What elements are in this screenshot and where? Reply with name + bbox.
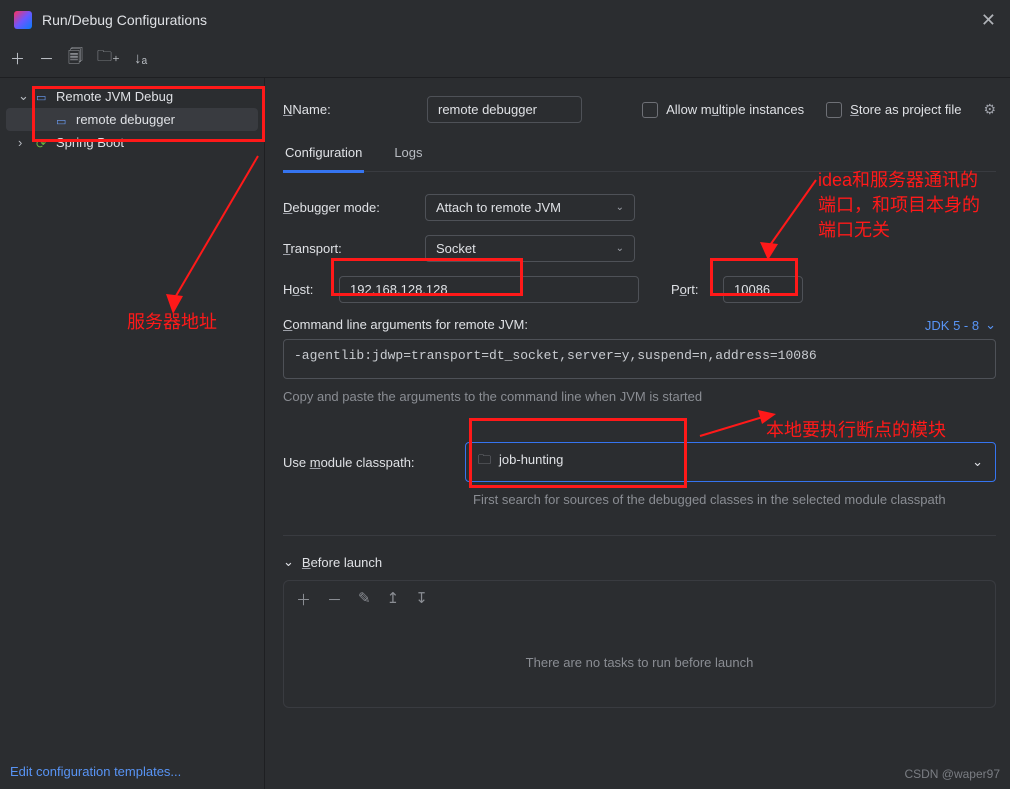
sidebar-item-label: Remote JVM Debug xyxy=(56,89,173,104)
spring-boot-icon xyxy=(36,136,50,150)
chevron-down-icon: ⌄ xyxy=(616,202,624,213)
remote-debug-icon xyxy=(56,113,70,127)
sidebar-item-remote-jvm-debug[interactable]: ⌄ Remote JVM Debug xyxy=(0,84,264,108)
chevron-down-icon: ⌄ xyxy=(972,454,983,470)
config-sidebar: ⌄ Remote JVM Debug remote debugger › Spr… xyxy=(0,78,265,789)
module-classpath-label: Use module classpath: xyxy=(283,455,453,470)
checkbox-icon xyxy=(642,102,658,118)
sidebar-item-spring-boot[interactable]: › Spring Boot xyxy=(0,131,264,154)
config-toolbar: ＋ － 🗐 🗀₊ ↓ₐ xyxy=(0,40,1010,78)
move-up-button[interactable]: ↥ xyxy=(387,589,400,610)
transport-select[interactable]: Socket⌄ xyxy=(425,235,635,262)
before-launch-header[interactable]: ⌄ Before launch xyxy=(283,554,996,570)
cmd-args-label: Command line arguments for remote JVM: xyxy=(283,317,528,333)
remove-task-button[interactable]: － xyxy=(327,589,342,610)
transport-label: Transport: xyxy=(283,241,413,256)
remote-debug-icon xyxy=(36,89,50,103)
store-as-project-checkbox[interactable]: Store as project file xyxy=(826,102,961,118)
window-title: Run/Debug Configurations xyxy=(42,12,207,28)
module-classpath-select[interactable]: job-hunting ⌄ xyxy=(465,442,996,482)
tab-logs[interactable]: Logs xyxy=(392,137,424,171)
port-label: Port: xyxy=(671,282,711,297)
debugger-mode-label: Debugger mode: xyxy=(283,200,413,215)
jdk-version-select[interactable]: JDK 5 - 8 ⌄ xyxy=(925,317,996,333)
save-template-button[interactable]: 🗀₊ xyxy=(97,46,120,71)
folder-icon xyxy=(478,452,499,467)
host-label: Host: xyxy=(283,282,327,297)
sidebar-item-remote-debugger[interactable]: remote debugger xyxy=(6,108,258,131)
watermark: CSDN @waper97 xyxy=(904,767,1000,781)
chevron-down-icon: ⌄ xyxy=(18,88,30,104)
edit-templates-link[interactable]: Edit configuration templates... xyxy=(10,764,181,779)
add-task-button[interactable]: ＋ xyxy=(296,589,311,610)
move-down-button[interactable]: ↧ xyxy=(415,589,428,610)
name-label: NName: xyxy=(283,102,413,117)
add-config-button[interactable]: ＋ xyxy=(10,48,25,69)
port-input[interactable] xyxy=(723,276,803,303)
checkbox-icon xyxy=(826,102,842,118)
sidebar-item-label: Spring Boot xyxy=(56,135,124,150)
chevron-down-icon: ⌄ xyxy=(283,554,294,570)
titlebar: Run/Debug Configurations ✕ xyxy=(0,0,1010,40)
close-icon[interactable]: ✕ xyxy=(981,10,996,31)
module-hint: First search for sources of the debugged… xyxy=(473,492,993,507)
remove-config-button[interactable]: － xyxy=(39,48,54,69)
chevron-right-icon: › xyxy=(18,135,30,150)
config-content: NName: Allow multiple instances Store as… xyxy=(265,78,1010,789)
chevron-down-icon: ⌄ xyxy=(616,243,624,254)
tab-configuration[interactable]: Configuration xyxy=(283,137,364,173)
gear-icon[interactable]: ⚙ xyxy=(983,101,996,118)
host-input[interactable] xyxy=(339,276,639,303)
before-launch-list: There are no tasks to run before launch xyxy=(283,618,996,708)
name-input[interactable] xyxy=(427,96,582,123)
edit-task-button[interactable]: ✎ xyxy=(358,589,371,610)
sort-button[interactable]: ↓ₐ xyxy=(134,50,147,67)
copy-config-button[interactable]: 🗐 xyxy=(68,46,83,71)
separator xyxy=(283,535,996,536)
tab-bar: Configuration Logs xyxy=(283,137,996,172)
empty-tasks-text: There are no tasks to run before launch xyxy=(526,655,754,670)
copy-hint: Copy and paste the arguments to the comm… xyxy=(283,389,996,404)
intellij-logo-icon xyxy=(14,11,32,29)
debugger-mode-select[interactable]: Attach to remote JVM⌄ xyxy=(425,194,635,221)
cmd-args-box[interactable]: -agentlib:jdwp=transport=dt_socket,serve… xyxy=(283,339,996,379)
sidebar-item-label: remote debugger xyxy=(76,112,175,127)
allow-multiple-checkbox[interactable]: Allow multiple instances xyxy=(642,102,804,118)
chevron-down-icon: ⌄ xyxy=(985,317,996,333)
before-launch-toolbar: ＋ － ✎ ↥ ↧ xyxy=(283,580,996,618)
